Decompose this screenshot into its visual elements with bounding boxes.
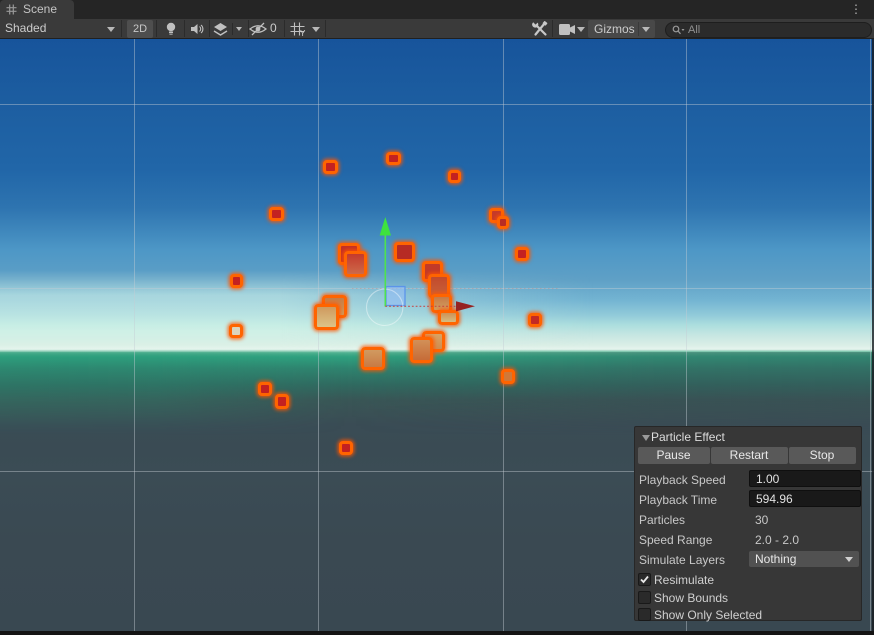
svg-text:Y: Y bbox=[300, 29, 306, 36]
